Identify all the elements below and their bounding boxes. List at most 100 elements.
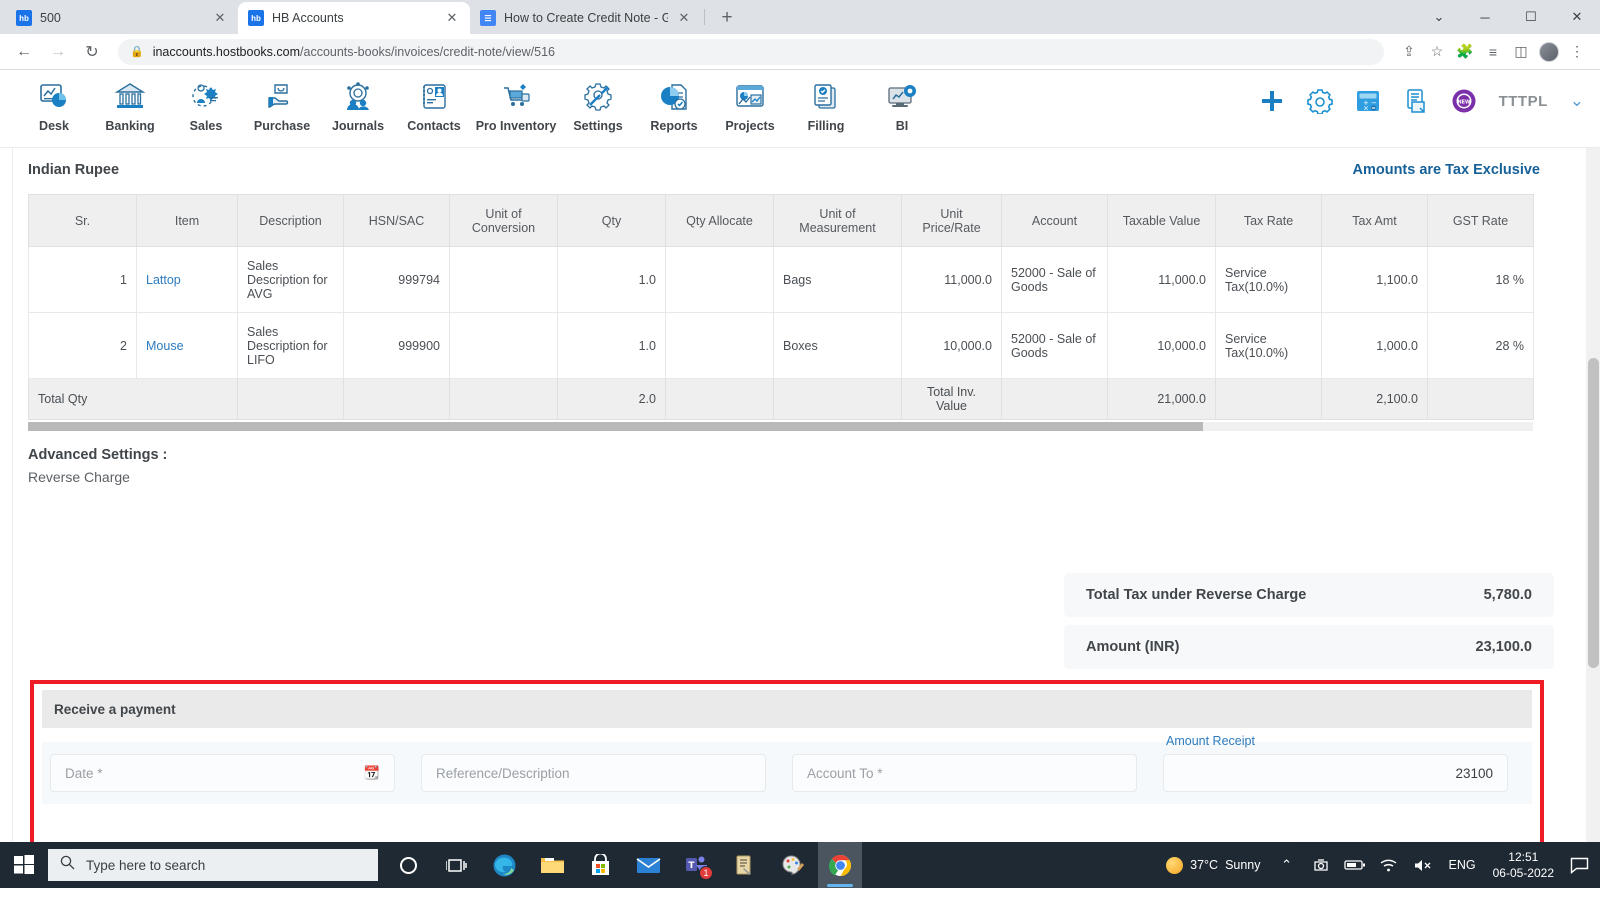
chrome-menu-icon[interactable]: ⋮ (1564, 39, 1590, 65)
cortana-icon[interactable] (386, 842, 430, 888)
close-icon[interactable]: ✕ (444, 10, 460, 26)
amount-receipt-value: 23100 (1455, 765, 1493, 781)
close-window-button[interactable]: ✕ (1554, 0, 1600, 34)
browser-tab-0[interactable]: hb 500 ✕ (6, 2, 238, 34)
item-link[interactable]: Lattop (146, 273, 181, 287)
table-totals-row: Total Qty 2.0 Total Inv. Value 21,000.0 … (28, 378, 1534, 420)
col-sr: Sr. (28, 194, 137, 247)
cell-sr: 2 (28, 312, 137, 379)
tab-list-icon[interactable]: ⌄ (1416, 0, 1462, 34)
windows-logo-icon[interactable] (0, 842, 48, 888)
payment-account-to-field[interactable]: Account To * (792, 754, 1137, 792)
calendar-icon[interactable]: 📆 (364, 765, 380, 781)
tab-title: How to Create Credit Note - Goo (504, 11, 668, 25)
battery-icon[interactable] (1338, 842, 1372, 888)
payment-amount-field[interactable]: Amount Receipt 23100 (1163, 734, 1508, 792)
onedrive-icon[interactable] (1304, 842, 1338, 888)
bookmark-star-icon[interactable]: ☆ (1424, 39, 1450, 65)
notepad-icon[interactable] (722, 842, 766, 888)
nav-item-settings[interactable]: Settings (560, 78, 636, 133)
mail-icon[interactable] (626, 842, 670, 888)
share-icon[interactable]: ⇪ (1396, 39, 1422, 65)
organization-name: TTTPL (1498, 92, 1548, 110)
nav-item-desk[interactable]: Desk (16, 78, 92, 133)
close-icon[interactable]: ✕ (212, 10, 228, 26)
new-badge-icon[interactable]: NEW (1451, 88, 1477, 114)
maximize-button[interactable]: ☐ (1508, 0, 1554, 34)
journals-icon (341, 80, 375, 114)
payment-date-field[interactable]: Date * 📆 (50, 754, 395, 792)
browser-tab-1[interactable]: hb HB Accounts ✕ (238, 2, 470, 34)
profile-avatar[interactable] (1536, 39, 1562, 65)
nav-item-banking[interactable]: Banking (92, 78, 168, 133)
calculator-icon[interactable]: + − × (1355, 88, 1381, 114)
table-scrollbar-thumb[interactable] (28, 422, 1203, 431)
browser-tab-2[interactable]: ☰ How to Create Credit Note - Goo ✕ (470, 2, 702, 34)
address-bar[interactable]: 🔒 inaccounts.hostbooks.com/accounts-book… (118, 38, 1384, 65)
reference-placeholder: Reference/Description (436, 765, 570, 781)
clock-date: 06-05-2022 (1492, 866, 1554, 880)
nav-item-filling[interactable]: Filling (788, 78, 864, 133)
action-center-icon[interactable] (1562, 842, 1596, 888)
scrollbar-thumb[interactable] (1588, 358, 1599, 668)
minimize-button[interactable]: ─ (1462, 0, 1508, 34)
nav-item-purchase[interactable]: Purchase (244, 78, 320, 133)
nav-item-journals[interactable]: Journals (320, 78, 396, 133)
amount-receipt-label: Amount Receipt (1166, 734, 1255, 748)
teams-icon[interactable]: T 1 (674, 842, 718, 888)
tax-exclusive-link[interactable]: Amounts are Tax Exclusive (1352, 162, 1540, 178)
wifi-icon[interactable] (1372, 842, 1406, 888)
account-to-placeholder: Account To * (807, 765, 883, 781)
microsoft-store-icon[interactable] (578, 842, 622, 888)
forward-icon[interactable]: → (44, 38, 72, 66)
advanced-settings-title: Advanced Settings : (28, 447, 168, 463)
nav-item-contacts[interactable]: Contacts (396, 78, 472, 133)
nav-item-reports[interactable]: Reports (636, 78, 712, 133)
page-scrollbar[interactable] (1586, 148, 1600, 842)
reload-icon[interactable]: ↻ (78, 38, 106, 66)
edge-icon[interactable] (482, 842, 526, 888)
new-tab-button[interactable]: + (713, 4, 741, 32)
table-horizontal-scrollbar[interactable] (28, 422, 1533, 431)
bank-icon (113, 80, 147, 114)
cell-tax-amt: 1,100.0 (1321, 246, 1428, 313)
active-app-underline (827, 884, 853, 887)
language-indicator[interactable]: ENG (1440, 842, 1485, 888)
item-link[interactable]: Mouse (146, 339, 184, 353)
cell-tax-amt: 1,000.0 (1321, 312, 1428, 379)
notes-icon[interactable] (1403, 88, 1429, 114)
sidebar-icon[interactable]: ◫ (1508, 39, 1534, 65)
close-icon[interactable]: ✕ (676, 10, 692, 26)
totals-blank-1 (237, 378, 344, 420)
search-icon (60, 855, 75, 875)
chevron-down-icon[interactable]: ⌄ (1570, 91, 1584, 111)
extensions-puzzle-icon[interactable]: 🧩 (1452, 39, 1478, 65)
tray-expand-chevron-icon[interactable]: ⌃ (1270, 842, 1304, 888)
weather-widget[interactable]: 37°C Sunny (1157, 842, 1269, 888)
nav-item-bi[interactable]: BI (864, 78, 940, 133)
nav-item-pro-inventory[interactable]: Pro Inventory (472, 78, 560, 133)
gear-icon[interactable] (1306, 88, 1333, 114)
paint-icon[interactable] (770, 842, 814, 888)
file-explorer-icon[interactable] (530, 842, 574, 888)
nav-item-sales[interactable]: Sales (168, 78, 244, 133)
nav-item-projects[interactable]: Projects (712, 78, 788, 133)
app-navigation-bar: Desk Banking Sales Purchase Journals Con… (0, 70, 1600, 148)
chrome-icon[interactable] (818, 842, 862, 888)
back-icon[interactable]: ← (10, 38, 38, 66)
cell-item: Mouse (136, 312, 238, 379)
dashboard-icon (37, 80, 71, 114)
cell-gst-rate: 28 % (1427, 312, 1534, 379)
volume-muted-icon[interactable] (1406, 842, 1440, 888)
nav-label: Journals (331, 119, 385, 133)
plus-icon[interactable] (1259, 88, 1285, 114)
cell-taxable-value: 11,000.0 (1107, 246, 1216, 313)
taskbar-clock[interactable]: 12:51 06-05-2022 (1485, 849, 1562, 881)
task-view-icon[interactable] (434, 842, 478, 888)
receive-payment-panel: Receive a payment Date * 📆 Reference/Des… (30, 680, 1544, 842)
reading-list-icon[interactable]: ≡ (1480, 39, 1506, 65)
taskbar-search-input[interactable]: Type here to search (48, 849, 378, 881)
totals-blank-3 (449, 378, 558, 420)
teams-badge: 1 (699, 866, 713, 880)
payment-reference-field[interactable]: Reference/Description (421, 754, 766, 792)
